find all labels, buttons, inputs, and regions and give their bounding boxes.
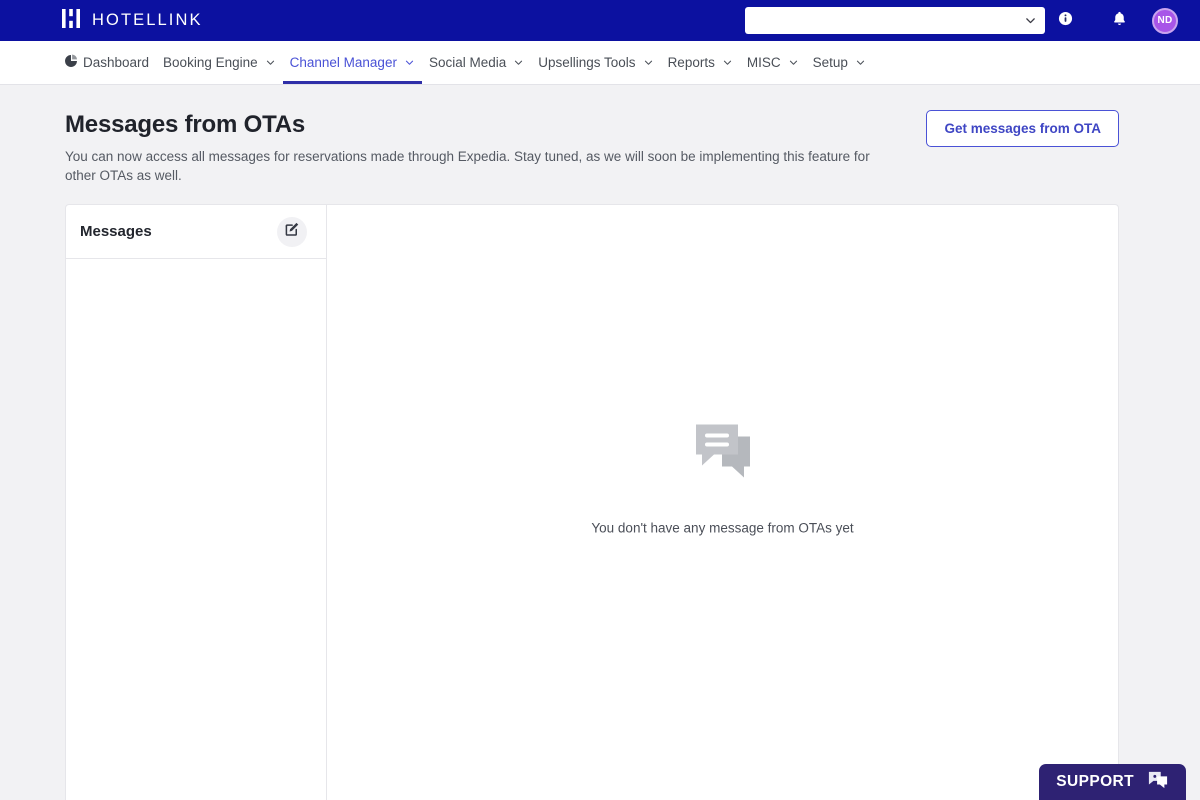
support-widget-button[interactable]: SUPPORT bbox=[1039, 764, 1186, 800]
empty-state-text: You don't have any message from OTAs yet bbox=[591, 520, 854, 535]
brand-logo[interactable]: HOTELLINK bbox=[61, 8, 203, 34]
nav-item-misc[interactable]: MISC bbox=[740, 41, 806, 84]
nav-item-label: Reports bbox=[667, 55, 715, 70]
nav-item-label: Booking Engine bbox=[163, 55, 258, 70]
avatar[interactable]: ND bbox=[1152, 7, 1178, 34]
chevron-down-icon bbox=[855, 57, 866, 68]
chevron-down-icon bbox=[513, 57, 524, 68]
get-messages-from-ota-button[interactable]: Get messages from OTA bbox=[926, 110, 1119, 147]
notifications-button[interactable] bbox=[1106, 8, 1132, 34]
pie-chart-icon bbox=[64, 54, 78, 71]
nav-item-upsellings-tools[interactable]: Upsellings Tools bbox=[531, 41, 660, 84]
chevron-down-icon bbox=[1024, 14, 1037, 27]
chevron-down-icon bbox=[722, 57, 733, 68]
nav-item-label: MISC bbox=[746, 55, 781, 70]
hotel-select[interactable] bbox=[745, 7, 1045, 34]
brand-name: HOTELLINK bbox=[92, 11, 203, 29]
info-circle-icon bbox=[1058, 11, 1073, 31]
nav-item-label: Upsellings Tools bbox=[538, 55, 636, 70]
nav-item-social-media[interactable]: Social Media bbox=[422, 41, 531, 84]
messages-list[interactable] bbox=[66, 259, 326, 800]
avatar-initials: ND bbox=[1157, 15, 1173, 26]
nav-item-reports[interactable]: Reports bbox=[661, 41, 740, 84]
page-title: Messages from OTAs bbox=[65, 111, 306, 138]
nav-item-label: Setup bbox=[812, 55, 848, 70]
nav-item-booking-engine[interactable]: Booking Engine bbox=[156, 41, 283, 84]
nav-items: Dashboard Booking Engine Channel Manager… bbox=[64, 41, 873, 84]
top-bar: HOTELLINK ND bbox=[0, 0, 1200, 41]
bars-logo-icon bbox=[61, 8, 81, 34]
nav-item-label: Channel Manager bbox=[289, 55, 397, 70]
empty-state: You don't have any message from OTAs yet bbox=[327, 420, 1118, 535]
main-navigation: Dashboard Booking Engine Channel Manager… bbox=[0, 41, 1200, 85]
support-label: SUPPORT bbox=[1056, 773, 1134, 790]
message-detail-panel: You don't have any message from OTAs yet bbox=[327, 205, 1118, 800]
page-body: Messages from OTAs You can now access al… bbox=[0, 85, 1200, 800]
chevron-down-icon bbox=[265, 57, 276, 68]
nav-item-label: Dashboard bbox=[83, 55, 150, 70]
bell-icon bbox=[1111, 10, 1128, 32]
messages-card: Messages You don't have any message from… bbox=[65, 204, 1119, 800]
compose-edit-icon bbox=[284, 221, 300, 242]
compose-message-button[interactable] bbox=[277, 216, 307, 247]
nav-item-label: Social Media bbox=[428, 55, 507, 70]
messages-panel-header: Messages bbox=[66, 205, 326, 259]
nav-item-channel-manager[interactable]: Channel Manager bbox=[282, 41, 423, 84]
chevron-down-icon bbox=[404, 57, 415, 68]
page-subtitle: You can now access all messages for rese… bbox=[65, 149, 870, 183]
support-chat-icon bbox=[1147, 770, 1169, 795]
nav-item-setup[interactable]: Setup bbox=[806, 41, 873, 84]
messages-panel-title: Messages bbox=[80, 223, 152, 240]
info-button[interactable] bbox=[1054, 10, 1076, 32]
chat-bubbles-icon bbox=[692, 420, 754, 485]
topbar-actions: ND bbox=[745, 0, 1200, 41]
chevron-down-icon bbox=[788, 57, 799, 68]
messages-list-panel: Messages bbox=[66, 205, 327, 800]
chevron-down-icon bbox=[643, 57, 654, 68]
nav-item-dashboard[interactable]: Dashboard bbox=[64, 41, 156, 84]
